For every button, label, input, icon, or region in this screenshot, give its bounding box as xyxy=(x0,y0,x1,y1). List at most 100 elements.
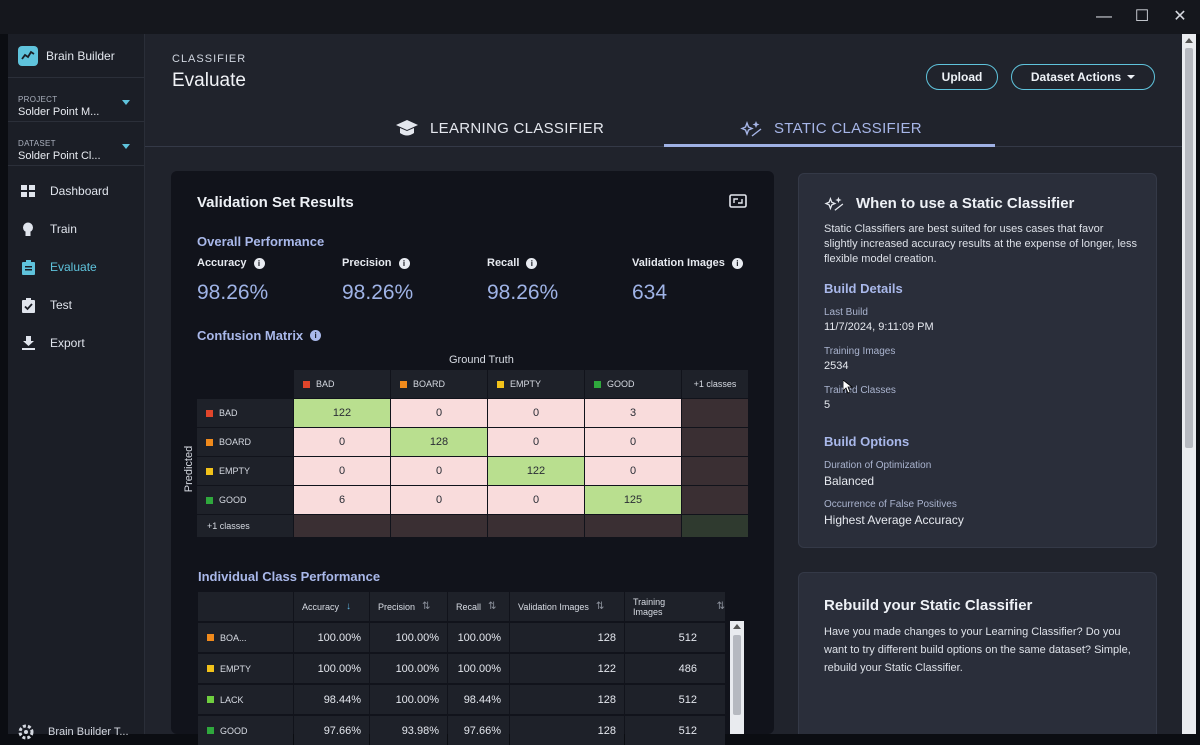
info-icon[interactable]: i xyxy=(310,330,322,341)
table-cell: 128 xyxy=(510,623,624,652)
table-header-cell[interactable]: Validation Images ⇅ xyxy=(510,592,624,621)
sidebar-item-export[interactable]: Export xyxy=(8,324,144,362)
false-positives-value: Highest Average Accuracy xyxy=(824,513,964,527)
sort-icon[interactable]: ⇅ xyxy=(422,601,430,612)
upload-button[interactable]: Upload xyxy=(926,64,998,90)
sidebar-item-test[interactable]: Test xyxy=(8,286,144,324)
sidebar-item-label: Evaluate xyxy=(50,260,97,274)
chevron-down-icon[interactable] xyxy=(122,144,130,149)
sort-icon[interactable]: ⇅ xyxy=(488,601,496,612)
matrix-col-header: BOARD xyxy=(391,370,487,398)
matrix-more-cell xyxy=(294,515,390,537)
build-details-title: Build Details xyxy=(824,281,903,296)
sidebar-item-dashboard[interactable]: Dashboard xyxy=(8,172,144,210)
page-scroll-up-icon[interactable] xyxy=(1185,38,1193,43)
class-color-swatch xyxy=(206,496,213,504)
false-positives-label: Occurrence of False Positives xyxy=(824,499,957,510)
matrix-more-cell xyxy=(682,457,748,485)
app-name: Brain Builder xyxy=(46,48,115,63)
expand-icon[interactable] xyxy=(729,194,747,213)
metric-label: Validation Images xyxy=(632,257,725,269)
brain-builder-logo-icon xyxy=(18,45,38,66)
page-scrollbar-thumb[interactable] xyxy=(1185,48,1193,448)
table-cell: 122 xyxy=(510,654,624,683)
info-icon[interactable]: i xyxy=(526,257,538,269)
info-icon[interactable]: i xyxy=(253,257,265,269)
sidebar-item-evaluate[interactable]: Evaluate xyxy=(8,248,144,286)
duration-value: Balanced xyxy=(824,474,875,488)
class-name: BOARD xyxy=(413,379,446,389)
table-header-cell[interactable]: Precision ⇅ xyxy=(370,592,447,621)
info-icon[interactable]: i xyxy=(398,257,410,269)
class-name: BAD xyxy=(316,379,335,389)
metric-validation-images-value: 634 xyxy=(632,281,668,304)
metric-recall-label: Recall i xyxy=(487,257,538,269)
table-cell: 100.00% xyxy=(294,623,369,652)
tab-label: LEARNING CLASSIFIER xyxy=(430,120,605,137)
table-row-name: LACK xyxy=(198,685,293,714)
class-name: LACK xyxy=(220,694,244,705)
download-icon xyxy=(20,335,36,351)
sidebar-item-label: Export xyxy=(50,336,85,350)
tab-learning-classifier[interactable]: LEARNING CLASSIFIER xyxy=(396,110,604,147)
matrix-row-header: BAD xyxy=(197,399,293,427)
matrix-cell: 0 xyxy=(585,428,681,456)
project-picker[interactable]: PROJECT Solder Point M... xyxy=(8,78,144,122)
metric-accuracy-label: Accuracy i xyxy=(197,257,265,269)
classifier-tabs: LEARNING CLASSIFIER STATIC CLASSIFIER xyxy=(145,110,1182,147)
info-icon[interactable]: i xyxy=(731,257,743,269)
matrix-more-cell xyxy=(488,515,584,537)
sidebar-footer[interactable]: Brain Builder T... xyxy=(18,724,129,740)
matrix-col-header: EMPTY xyxy=(488,370,584,398)
class-name: GOOD xyxy=(219,495,247,505)
table-header-label: Accuracy xyxy=(302,601,340,612)
matrix-cell: 0 xyxy=(585,457,681,485)
static-classifier-info-card: When to use a Static Classifier Static C… xyxy=(798,173,1157,548)
table-cell: 512 xyxy=(625,716,725,745)
brand[interactable]: Brain Builder xyxy=(8,34,144,78)
matrix-more-classes-header[interactable]: +1 classes xyxy=(682,370,748,398)
metric-precision-label: Precision i xyxy=(342,257,410,269)
scroll-up-icon[interactable] xyxy=(733,624,741,629)
class-name: GOOD xyxy=(220,725,248,736)
trained-classes-label: Trained Classes xyxy=(824,385,896,396)
training-images-value: 2534 xyxy=(824,360,849,372)
matrix-cell: 122 xyxy=(488,457,584,485)
trained-classes-value: 5 xyxy=(824,399,831,411)
table-header-label: Validation Images xyxy=(518,601,589,612)
table-scrollbar-thumb[interactable] xyxy=(733,635,741,715)
table-cell: 512 xyxy=(625,685,725,714)
maximize-icon[interactable]: ☐ xyxy=(1131,6,1153,28)
sort-arrow-down-icon[interactable]: ↓ xyxy=(346,601,351,612)
table-cell: 100.00% xyxy=(370,623,447,652)
chevron-down-icon[interactable] xyxy=(122,100,130,105)
minimize-icon[interactable]: — xyxy=(1093,6,1115,28)
table-header-cell[interactable]: Accuracy ↓ xyxy=(294,592,369,621)
metric-label: Accuracy xyxy=(197,257,247,269)
dataset-actions-button[interactable]: Dataset Actions xyxy=(1011,64,1155,90)
sidebar: Brain Builder PROJECT Solder Point M... … xyxy=(8,34,145,740)
page-kicker: CLASSIFIER xyxy=(172,53,247,65)
sidebar-item-label: Dashboard xyxy=(50,184,109,198)
tab-static-classifier[interactable]: STATIC CLASSIFIER xyxy=(740,110,922,147)
close-icon[interactable]: ✕ xyxy=(1169,6,1191,28)
table-header-cell[interactable]: Recall ⇅ xyxy=(448,592,509,621)
class-color-swatch xyxy=(594,380,601,388)
table-header-cell[interactable]: Training Images ⇅ xyxy=(625,592,725,621)
main-content: CLASSIFIER Evaluate Upload Dataset Actio… xyxy=(145,34,1182,745)
dataset-picker[interactable]: DATASET Solder Point Cl... xyxy=(8,122,144,166)
sparkle-icon xyxy=(824,196,844,212)
matrix-more-classes-row-header[interactable]: +1 classes xyxy=(197,515,293,537)
matrix-cell: 0 xyxy=(294,457,390,485)
class-color-swatch xyxy=(207,727,214,734)
matrix-cell: 122 xyxy=(294,399,390,427)
sidebar-item-train[interactable]: Train xyxy=(8,210,144,248)
matrix-cell: 0 xyxy=(488,399,584,427)
sort-icon[interactable]: ⇅ xyxy=(717,601,725,612)
last-build-label: Last Build xyxy=(824,307,868,318)
confusion-matrix-label: Confusion Matrix xyxy=(197,328,304,343)
sort-icon[interactable]: ⇅ xyxy=(596,601,604,612)
validation-panel: Validation Set Results Overall Performan… xyxy=(171,171,774,745)
dataset-actions-label: Dataset Actions xyxy=(1030,70,1122,84)
project-value: Solder Point M... xyxy=(18,106,100,118)
